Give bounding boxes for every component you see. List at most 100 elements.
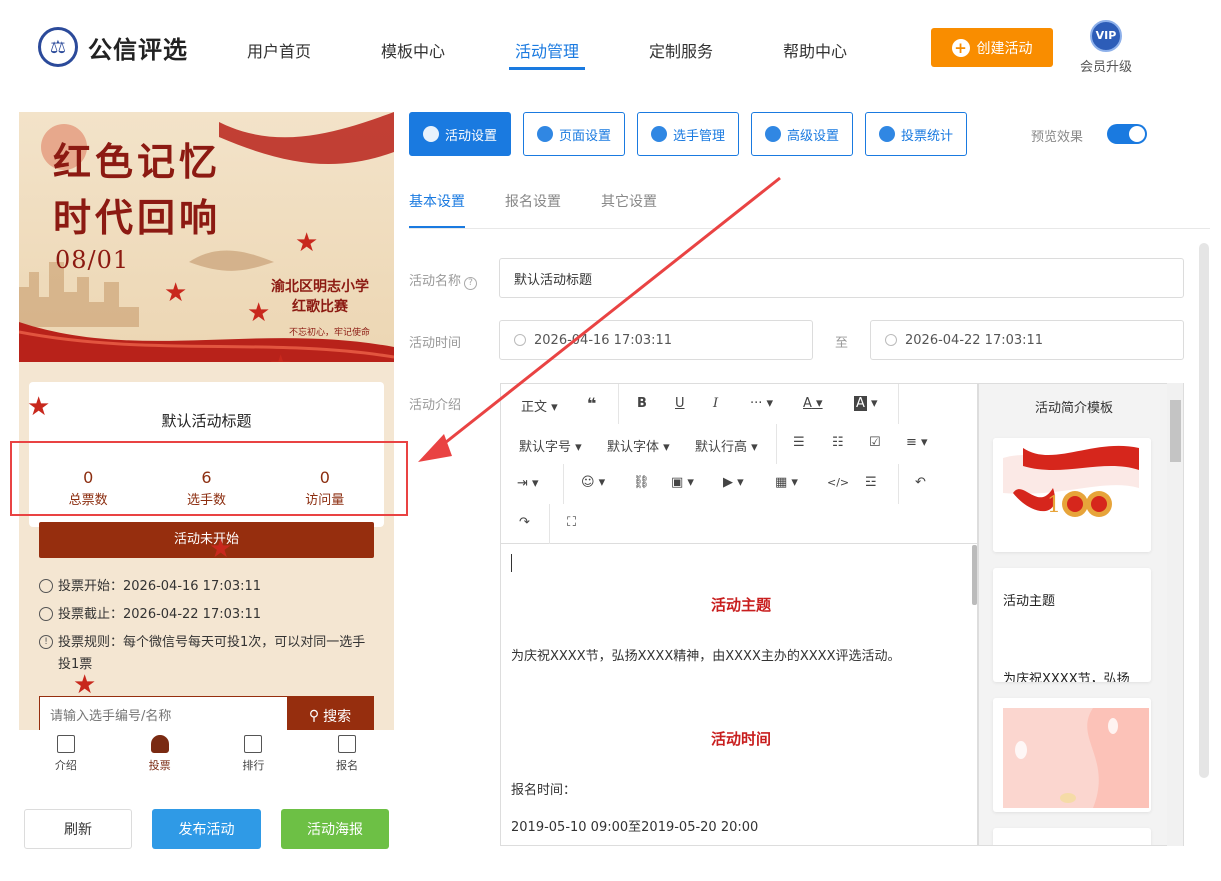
background-color-dropdown[interactable]: A ▾ bbox=[854, 396, 878, 411]
vote-statistics-button[interactable]: 投票统计 bbox=[865, 112, 967, 156]
tab-signup[interactable]: 报名 bbox=[300, 730, 394, 778]
activity-intro-label: 活动介绍 bbox=[409, 398, 462, 413]
preview-effect-label: 预览效果 bbox=[1031, 130, 1084, 145]
end-time-input[interactable]: 2026-04-22 17:03:11 bbox=[870, 320, 1184, 360]
time-range-separator: 至 bbox=[835, 336, 849, 351]
svg-text:1: 1 bbox=[1047, 493, 1061, 518]
help-icon[interactable]: ? bbox=[464, 277, 478, 290]
plus-icon: + bbox=[951, 38, 970, 57]
video-dropdown[interactable]: ▶ ▾ bbox=[723, 475, 744, 490]
star-icon: ★ bbox=[73, 670, 97, 700]
tab-other-settings[interactable]: 其它设置 bbox=[601, 191, 657, 211]
template-thumbnail-100: 1 bbox=[993, 438, 1151, 552]
bullet-list-icon[interactable]: ☰ bbox=[793, 435, 805, 450]
toolbar-separator bbox=[898, 384, 899, 424]
activity-poster-button[interactable]: 活动海报 bbox=[281, 809, 389, 849]
clock-icon bbox=[514, 334, 526, 346]
vip-upgrade-label: 会员升级 bbox=[1079, 60, 1132, 75]
font-family-dropdown[interactable]: 默认字体 ▾ bbox=[607, 436, 670, 455]
tab-signup-settings[interactable]: 报名设置 bbox=[505, 191, 561, 211]
checkbox-icon[interactable]: ☑ bbox=[869, 435, 881, 450]
advanced-settings-button[interactable]: 高级设置 bbox=[751, 112, 853, 156]
template-thumbnail-pink bbox=[1003, 708, 1149, 808]
code-icon[interactable]: </> bbox=[827, 476, 849, 489]
nav-custom-service[interactable]: 定制服务 bbox=[649, 38, 713, 62]
tab-basic-settings[interactable]: 基本设置 bbox=[409, 191, 465, 211]
contestant-search: ⚲ 搜索 bbox=[39, 696, 374, 730]
activity-time-label: 活动时间 bbox=[409, 336, 462, 351]
fullscreen-icon[interactable]: ⛶ bbox=[567, 515, 576, 530]
mobile-tabbar: 介绍 投票 排行 报名 bbox=[19, 730, 394, 778]
line-height-dropdown[interactable]: 默认行高 ▾ bbox=[695, 436, 758, 455]
refresh-button[interactable]: 刷新 bbox=[24, 809, 132, 849]
users-icon bbox=[650, 126, 667, 142]
nav-user-home[interactable]: 用户首页 bbox=[247, 38, 311, 62]
nav-help-center[interactable]: 帮助中心 bbox=[783, 38, 847, 62]
quote-icon[interactable]: ❝ bbox=[587, 394, 596, 413]
logo-text: 公信评选 bbox=[88, 35, 188, 64]
template-card[interactable] bbox=[993, 698, 1151, 812]
divider-icon[interactable]: ☲ bbox=[865, 475, 877, 490]
info-icon: ! bbox=[39, 635, 53, 649]
tab-intro[interactable]: 介绍 bbox=[19, 730, 113, 778]
page-scrollbar[interactable] bbox=[1199, 243, 1209, 778]
document-icon bbox=[56, 735, 75, 753]
template-scrollbar-thumb[interactable] bbox=[1170, 400, 1181, 462]
logo[interactable]: ⚖ 公信评选 bbox=[38, 27, 188, 67]
start-time-input[interactable]: 2026-04-16 17:03:11 bbox=[499, 320, 813, 360]
star-icon: ★ bbox=[209, 534, 233, 564]
align-dropdown[interactable]: ≡ ▾ bbox=[906, 435, 928, 450]
template-card[interactable]: 1 bbox=[993, 438, 1151, 552]
vote-start-info: 投票开始：2026-04-16 17:03:11 bbox=[39, 576, 374, 598]
activity-name-label: 活动名称? bbox=[409, 270, 478, 290]
rich-text-editor: 正文 ▾ ❝ B U I ··· ▾ A ▾ A ▾ 默认字号 ▾ 默认字体 ▾… bbox=[500, 383, 978, 846]
nav-template-center[interactable]: 模板中心 bbox=[381, 38, 445, 62]
search-button[interactable]: ⚲ 搜索 bbox=[287, 697, 373, 730]
publish-activity-button[interactable]: 发布活动 bbox=[152, 809, 261, 849]
paragraph-format-dropdown[interactable]: 正文 ▾ bbox=[521, 396, 558, 415]
toolbar-separator bbox=[898, 464, 899, 504]
table-dropdown[interactable]: ▦ ▾ bbox=[775, 475, 798, 490]
annotation-highlight-box bbox=[10, 441, 408, 516]
activity-name-input[interactable]: 默认活动标题 bbox=[499, 258, 1184, 298]
redo-icon[interactable]: ↷ bbox=[519, 515, 530, 530]
content-paragraph: 报名时间： bbox=[511, 783, 577, 798]
tab-vote[interactable]: 投票 bbox=[113, 730, 207, 778]
template-card[interactable] bbox=[993, 828, 1151, 845]
editor-content[interactable]: 活动主题 为庆祝XXXX节，弘扬XXXX精神，由XXXX主办的XXXX评选活动。… bbox=[511, 554, 971, 835]
more-format-dropdown[interactable]: ··· ▾ bbox=[750, 396, 773, 411]
emoji-dropdown[interactable]: ☺ ▾ bbox=[581, 475, 605, 490]
create-activity-button[interactable]: + 创建活动 bbox=[931, 28, 1053, 67]
star-icon: ★ bbox=[27, 392, 51, 422]
contestant-management-button[interactable]: 选手管理 bbox=[637, 112, 739, 156]
page-settings-button[interactable]: 页面设置 bbox=[523, 112, 625, 156]
editor-scrollbar[interactable] bbox=[972, 545, 977, 605]
italic-icon[interactable]: I bbox=[713, 396, 718, 411]
bold-icon[interactable]: B bbox=[637, 396, 647, 411]
tab-ranking[interactable]: 排行 bbox=[207, 730, 301, 778]
nav-activity-management[interactable]: 活动管理 bbox=[515, 38, 579, 62]
toolbar-separator bbox=[549, 504, 550, 544]
template-card[interactable]: 活动主题 为庆祝XXXX节，弘扬 bbox=[993, 568, 1151, 682]
star-icon: ★ bbox=[269, 352, 292, 362]
font-size-dropdown[interactable]: 默认字号 ▾ bbox=[519, 436, 582, 455]
user-icon bbox=[150, 735, 169, 753]
preview-toggle[interactable] bbox=[1107, 124, 1147, 144]
star-icon: ★ bbox=[164, 278, 188, 308]
link-icon[interactable]: ⛓ bbox=[633, 475, 650, 490]
underline-icon[interactable]: U bbox=[675, 396, 685, 411]
font-color-dropdown[interactable]: A ▾ bbox=[803, 396, 823, 411]
indent-dropdown[interactable]: ⇥ ▾ bbox=[517, 476, 539, 491]
image-dropdown[interactable]: ▣ ▾ bbox=[671, 475, 694, 490]
text-cursor bbox=[511, 554, 512, 572]
star-icon: ★ bbox=[247, 298, 271, 328]
undo-icon[interactable]: ↶ bbox=[915, 475, 926, 490]
intro-template-panel: 活动简介模板 1 活动主题 为庆祝XXXX节，弘扬 bbox=[978, 383, 1184, 846]
clock-icon bbox=[885, 334, 897, 346]
contestant-search-input[interactable] bbox=[40, 697, 287, 730]
activity-settings-button[interactable]: 活动设置 bbox=[409, 112, 511, 156]
poster-slogan: 不忘初心，牢记使命 bbox=[289, 328, 371, 338]
vip-upgrade[interactable]: VIP 会员升级 bbox=[1078, 20, 1134, 75]
clock-icon bbox=[39, 607, 53, 621]
numbered-list-icon[interactable]: ☷ bbox=[832, 435, 844, 450]
